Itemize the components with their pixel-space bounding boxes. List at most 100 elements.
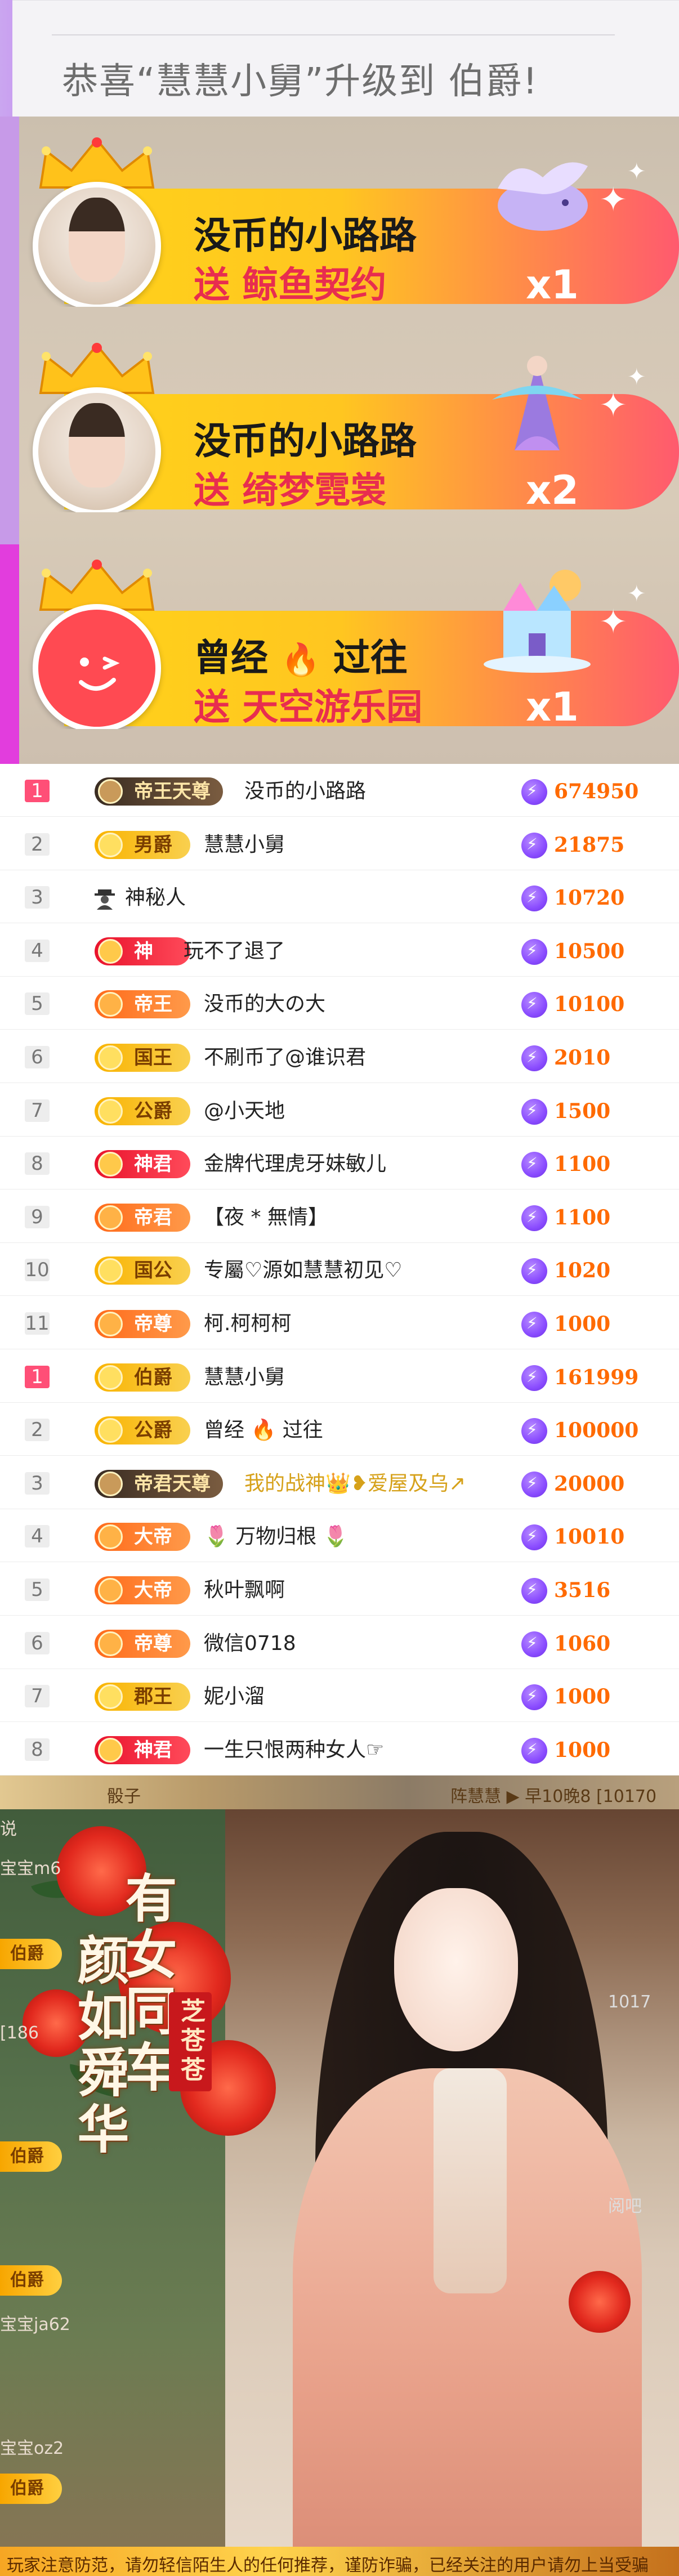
badge-label: 帝王	[134, 993, 172, 1016]
rank-chip: 伯爵	[0, 2265, 62, 2296]
user-name[interactable]: 不刷币了@谁识君	[204, 1044, 366, 1072]
ranking-row[interactable]: 10 国公 专屬♡源如慧慧初见♡ 1020	[0, 1243, 679, 1296]
rank-number: 5	[25, 992, 50, 1015]
user-name[interactable]: 没币的大の大	[204, 990, 325, 1018]
user-name[interactable]: 曾经 🔥 过往	[204, 1416, 323, 1444]
badge-label: 帝王天尊	[134, 780, 211, 803]
gift-banner[interactable]: 没币的小路路 送 绮梦霓裳 x2 ✦ ✦	[19, 327, 679, 512]
ranking-row[interactable]: 3 帝君天尊 我的战神👑❥爱屋及乌↗ 20000	[0, 1456, 679, 1509]
sparkle-icon: ✦	[627, 159, 646, 185]
rank-chip: 伯爵	[0, 2141, 62, 2172]
rank-number: 6	[25, 1046, 50, 1068]
stream-top-left-text: 骰子	[107, 1787, 141, 1806]
lightning-coin-icon	[521, 1472, 547, 1497]
user-name[interactable]: @小天地	[204, 1097, 285, 1125]
sparkle-icon: ✦	[599, 180, 628, 220]
rank-number: 7	[25, 1685, 50, 1707]
sparkle-icon: ✦	[627, 364, 646, 390]
ranking-row[interactable]: 7 公爵 @小天地 1500	[0, 1084, 679, 1137]
user-name[interactable]: 我的战神👑❥爱屋及乌↗	[244, 1470, 466, 1498]
ranking-row[interactable]: 1 帝王天尊 没币的小路路 674950	[0, 764, 679, 817]
announcement-text: 恭喜“慧慧小舅”升级到 伯爵!	[62, 61, 539, 102]
user-name[interactable]: 金牌代理虎牙妹敏儿	[204, 1150, 386, 1178]
user-avatar[interactable]	[33, 182, 161, 307]
live-stream-poster: 颜如舜华 有女同车 芝苍苍 骰子 阵慧慧 ▶ 早10晚8 [10170 说 宝宝…	[0, 1776, 679, 2576]
ranking-row[interactable]: 1 伯爵 慧慧小舅 161999	[0, 1350, 679, 1403]
ranking-row[interactable]: 5 帝王 没币的大の大 10100	[0, 977, 679, 1030]
user-avatar[interactable]	[33, 604, 161, 729]
stream-top-right-text: 阵慧慧 ▶ 早10晚8 [10170	[450, 1787, 657, 1806]
held-flower	[569, 2271, 631, 2333]
badge-label: 帝君	[134, 1206, 172, 1229]
rank-number: 2	[25, 1419, 50, 1441]
user-name[interactable]: 微信0718	[204, 1630, 296, 1658]
announcement-panel: 恭喜“慧慧小舅”升级到 伯爵!	[12, 0, 679, 117]
stream-bottom-notice: 玩家注意防范，请勿轻信陌生人的任何推荐，谨防诈骗，已经关注的用户请勿上当受骗	[0, 2547, 679, 2576]
badge-label: 神	[134, 940, 153, 963]
badge-emblem-icon	[98, 833, 123, 857]
badge-emblem-icon	[98, 939, 123, 964]
badge-emblem-icon	[98, 1205, 123, 1230]
lightning-coin-icon	[521, 1312, 547, 1338]
contribution-value: 1000	[554, 1685, 611, 1709]
ranking-row[interactable]: 8 神君 金牌代理虎牙妹敏儿 1100	[0, 1137, 679, 1189]
rank-chip: 伯爵	[0, 1939, 62, 1969]
ranking-row[interactable]: 5 大帝 秋叶飘啊 3516	[0, 1563, 679, 1616]
rank-number: 5	[25, 1578, 50, 1601]
user-name[interactable]: 一生只恨两种女人☞	[204, 1736, 384, 1764]
user-name[interactable]: 神秘人	[125, 884, 186, 912]
left-accent-strip-pink	[0, 544, 19, 764]
poster-seal-text: 芝苍苍	[169, 1992, 212, 2091]
gift-banner[interactable]: 没币的小路路 送 鲸鱼契约 x1 ✦ ✦	[19, 121, 679, 307]
badge-label: 公爵	[134, 1100, 172, 1122]
rank-badge: 公爵	[95, 1097, 190, 1125]
rank-badge: 国公	[95, 1256, 190, 1285]
ranking-row[interactable]: 9 帝君 【夜 * 無情】 1100	[0, 1190, 679, 1243]
user-name[interactable]: 慧慧小舅	[204, 831, 285, 859]
whale-gift-icon	[498, 162, 588, 231]
user-avatar[interactable]	[33, 387, 161, 512]
avatar-photo	[69, 403, 125, 488]
ranking-row[interactable]: 8 神君 一生只恨两种女人☞ 1000	[0, 1723, 679, 1776]
lightning-coin-icon	[521, 1152, 547, 1178]
user-name[interactable]: 柯.柯柯柯	[204, 1310, 291, 1338]
badge-emblem-icon	[98, 1099, 123, 1124]
user-name[interactable]: 没币的小路路	[244, 777, 366, 806]
rank-number: 7	[25, 1099, 50, 1122]
ranking-row[interactable]: 2 公爵 曾经 🔥 过往 100000	[0, 1403, 679, 1456]
ranking-row[interactable]: 11 帝尊 柯.柯柯柯 1000	[0, 1296, 679, 1349]
ranking-row[interactable]: 4 大帝 🌷 万物归根 🌷 10010	[0, 1509, 679, 1562]
sky-castle-gift-icon	[484, 570, 591, 673]
ranking-row[interactable]: 3 神秘人 10720	[0, 870, 679, 923]
ranking-row[interactable]: 6 国王 不刷币了@谁识君 2010	[0, 1030, 679, 1083]
badge-emblem-icon	[98, 1472, 123, 1496]
badge-emblem-icon	[98, 1365, 123, 1390]
lightning-coin-icon	[521, 1578, 547, 1604]
user-name[interactable]: 慧慧小舅	[204, 1363, 285, 1392]
badge-emblem-icon	[98, 1312, 123, 1336]
lightning-coin-icon	[521, 1258, 547, 1284]
ranking-row[interactable]: 7 郡王 妮小溜 1000	[0, 1669, 679, 1722]
ranking-row[interactable]: 2 男爵 慧慧小舅 21875	[0, 817, 679, 870]
user-name[interactable]: 【夜 * 無情】	[204, 1204, 328, 1232]
gift-banner[interactable]: 曾经 🔥 过往 送 天空游乐园 x1 ✦ ✦	[19, 543, 679, 729]
chat-fragment: [186	[0, 2023, 39, 2043]
user-name[interactable]: 秋叶飘啊	[204, 1576, 285, 1604]
ranking-row[interactable]: 4 神 玩不了退了 10500	[0, 924, 679, 977]
ranking-row[interactable]: 6 帝尊 微信0718 1060	[0, 1616, 679, 1669]
stream-top-bar: 骰子 阵慧慧 ▶ 早10晚8 [10170	[0, 1776, 679, 1809]
rank-badge: 帝尊	[95, 1630, 190, 1658]
sender-name-part2: 过往	[333, 636, 408, 679]
user-name[interactable]: 妮小溜	[204, 1683, 265, 1711]
badge-emblem-icon	[98, 1738, 123, 1763]
user-name[interactable]: 🌷 万物归根 🌷	[204, 1523, 349, 1551]
user-name[interactable]: 专屬♡源如慧慧初见♡	[204, 1256, 403, 1285]
lightning-coin-icon	[521, 1099, 547, 1125]
notice-text: 玩家注意防范，请勿轻信陌生人的任何推荐，谨防诈骗，已经关注的用户请勿上当受骗	[7, 2556, 649, 2575]
badge-label: 男爵	[134, 834, 172, 856]
user-name[interactable]: 玩不了退了	[184, 937, 285, 965]
contribution-value: 1000	[554, 1738, 611, 1762]
rank-number: 3	[25, 886, 50, 909]
badge-emblem-icon	[98, 1045, 123, 1070]
sender-name-part1: 曾经	[194, 636, 268, 679]
